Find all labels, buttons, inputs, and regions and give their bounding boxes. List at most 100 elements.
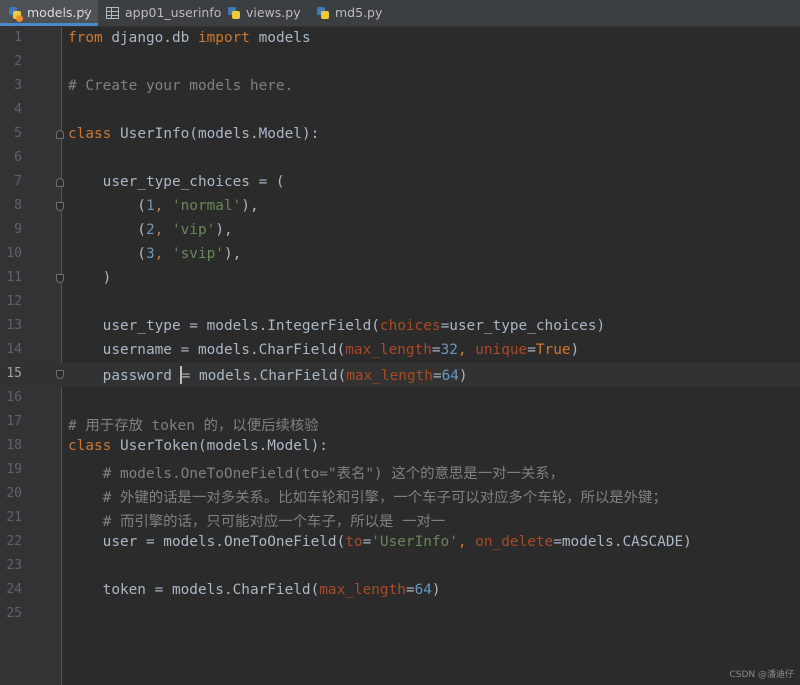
close-tab-icon[interactable]: × — [80, 5, 90, 19]
code-token: , — [457, 534, 476, 550]
code-text: user_type = models.IntegerField(choices=… — [68, 318, 606, 334]
code-text: user = models.OneToOneField(to='UserInfo… — [68, 534, 692, 550]
code-token: user_type = models.IntegerField( — [68, 318, 380, 334]
code-line[interactable]: 11 ) — [0, 267, 800, 291]
code-line[interactable]: 4 — [0, 99, 800, 123]
code-token: 64 — [414, 582, 432, 598]
code-text: (2, 'vip'), — [68, 222, 233, 238]
code-token: ) — [431, 582, 441, 598]
code-token: 'svip' — [171, 246, 224, 262]
code-token: 32 — [440, 342, 458, 358]
code-token: UserToken(models.Model): — [120, 438, 328, 454]
code-line[interactable]: 12 — [0, 291, 800, 315]
code-line[interactable]: 15 password = models.CharField(max_lengt… — [0, 363, 800, 387]
tab-app01-userinfo[interactable]: table-iconapp01_userinfo — [98, 0, 221, 26]
line-number: 20 — [6, 486, 22, 501]
code-token: user = models.OneToOneField( — [68, 534, 346, 550]
code-token: from — [68, 30, 103, 46]
code-line[interactable]: 2 — [0, 51, 800, 75]
code-line[interactable]: 22 user = models.OneToOneField(to='UserI… — [0, 531, 800, 555]
code-token: ( — [68, 198, 146, 214]
code-text: password = models.CharField(max_length=6… — [68, 366, 468, 384]
code-line[interactable]: 13 user_type = models.IntegerField(choic… — [0, 315, 800, 339]
code-token: = — [405, 582, 415, 598]
code-token: ) — [570, 342, 580, 358]
fold-marker-icon[interactable] — [56, 178, 64, 187]
line-number: 2 — [14, 54, 22, 69]
code-token: UserInfo(models.Model): — [120, 126, 320, 142]
code-token: # models.OneToOneField(to="表名") 这个的意思是一对… — [68, 466, 565, 482]
code-text: from django.db import models — [68, 30, 311, 46]
code-token: True — [535, 342, 571, 358]
code-token: choices — [379, 318, 441, 334]
code-token: 2 — [145, 222, 155, 238]
code-line[interactable]: 9 (2, 'vip'), — [0, 219, 800, 243]
fold-marker-icon[interactable] — [56, 130, 64, 139]
code-line[interactable]: 5 class UserInfo(models.Model): — [0, 123, 800, 147]
code-token: class — [68, 438, 112, 454]
line-number: 14 — [6, 342, 22, 357]
tab-models-py[interactable]: python-file-iconmodels.py× — [0, 0, 98, 26]
code-text: user_type_choices = ( — [68, 174, 285, 190]
code-token: class — [68, 126, 112, 142]
code-token: , — [457, 342, 476, 358]
line-number: 22 — [6, 534, 22, 549]
code-line[interactable]: 14 username = models.CharField(max_lengt… — [0, 339, 800, 363]
code-token: , — [154, 246, 172, 262]
code-line[interactable]: 19 # models.OneToOneField(to="表名") 这个的意思… — [0, 459, 800, 483]
code-token: on_delete — [475, 534, 554, 550]
fold-marker-icon[interactable] — [56, 370, 64, 379]
code-line[interactable]: 6 — [0, 147, 800, 171]
code-text: ) — [68, 270, 112, 286]
editor-tab-bar: python-file-iconmodels.py×table-iconapp0… — [0, 0, 800, 27]
code-token: max_length — [345, 342, 432, 358]
code-line[interactable]: 20 # 外键的话是一对多关系。比如车轮和引擎，一个车子可以对应多个车轮，所以是… — [0, 483, 800, 507]
code-text: (1, 'normal'), — [68, 198, 258, 214]
line-number: 6 — [14, 150, 22, 165]
code-token: = models.CharField( — [181, 368, 347, 384]
code-token: 64 — [441, 368, 459, 384]
code-token: = — [432, 368, 442, 384]
code-line[interactable]: 16 — [0, 387, 800, 411]
line-number: 15 — [6, 366, 22, 381]
code-line[interactable]: 18 class UserToken(models.Model): — [0, 435, 800, 459]
line-number: 4 — [14, 102, 22, 117]
code-line[interactable]: 10 (3, 'svip'), — [0, 243, 800, 267]
line-number: 10 — [6, 246, 22, 261]
code-token: ( — [68, 222, 146, 238]
code-token: =user_type_choices) — [440, 318, 606, 334]
code-line[interactable]: 23 — [0, 555, 800, 579]
code-token: max_length — [319, 582, 406, 598]
code-line[interactable]: 3 # Create your models here. — [0, 75, 800, 99]
code-line[interactable]: 17 # 用于存放 token 的，以便后续核验 — [0, 411, 800, 435]
code-line[interactable]: 1 from django.db import models — [0, 27, 800, 51]
code-token: = — [362, 534, 372, 550]
code-line[interactable]: 24 token = models.CharField(max_length=6… — [0, 579, 800, 603]
fold-marker-icon[interactable] — [56, 202, 64, 211]
code-line[interactable]: 7 user_type_choices = ( — [0, 171, 800, 195]
fold-marker-icon[interactable] — [56, 274, 64, 283]
code-token: = — [431, 342, 441, 358]
code-token: 1 — [145, 198, 155, 214]
tab-views-py[interactable]: python-file-iconviews.py — [219, 0, 308, 26]
code-line[interactable]: 8 (1, 'normal'), — [0, 195, 800, 219]
code-token: ), — [215, 222, 233, 238]
code-text: # models.OneToOneField(to="表名") 这个的意思是一对… — [68, 462, 564, 483]
code-editor[interactable]: 1 from django.db import models 2 3 # Create … — [0, 27, 800, 685]
code-line[interactable]: 21 # 而引擎的话，只可能对应一个车子，所以是 一对一 — [0, 507, 800, 531]
code-text: username = models.CharField(max_length=3… — [68, 342, 580, 358]
code-token: = — [527, 342, 536, 358]
line-number: 19 — [6, 462, 22, 477]
code-token: user_type_choices = ( — [68, 174, 285, 190]
code-token: ), — [223, 246, 242, 262]
code-text: (3, 'svip'), — [68, 246, 241, 262]
code-token: token = models.CharField( — [68, 582, 320, 598]
code-line[interactable]: 25 — [0, 603, 800, 627]
code-token: =models.CASCADE) — [553, 534, 692, 550]
code-token: 3 — [145, 246, 155, 262]
code-token: # 外键的话是一对多关系。比如车轮和引擎，一个车子可以对应多个车轮，所以是外键； — [68, 490, 667, 506]
code-token: # 用于存放 token 的，以便后续核验 — [68, 418, 319, 434]
tab-md5-py[interactable]: python-file-iconmd5.py — [308, 0, 386, 26]
line-number: 18 — [6, 438, 22, 453]
line-number: 7 — [14, 174, 22, 189]
